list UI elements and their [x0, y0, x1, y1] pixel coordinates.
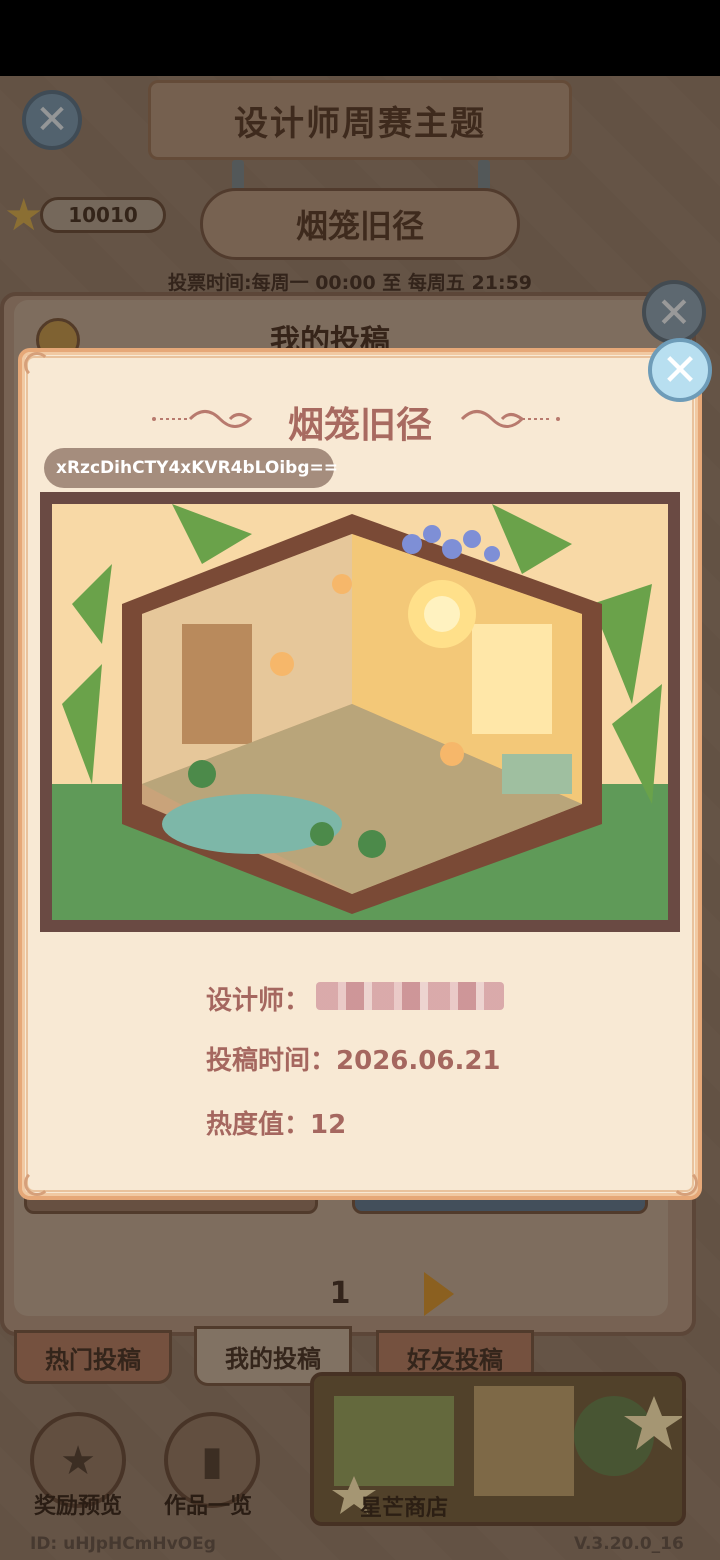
title-ornament-right — [460, 410, 560, 428]
heat-label: 热度值： — [206, 1110, 311, 1140]
designer-name-blurred — [316, 982, 504, 1010]
corner-ornament — [24, 352, 50, 378]
modal-title: 烟笼旧径 — [287, 405, 432, 446]
submit-time-label: 投稿时间： — [206, 1046, 337, 1076]
corner-ornament — [672, 1170, 698, 1196]
submission-code[interactable]: xRzcDihCTY4xKVR4bLOibg== — [44, 448, 338, 488]
submit-time-value: 2026.06.21 — [336, 1046, 501, 1076]
submit-time-row: 投稿时间：2026.06.21 — [206, 1040, 501, 1077]
heat-value: 12 — [310, 1110, 347, 1140]
submission-code-text: xRzcDihCTY4xKVR4bLOibg== — [56, 458, 338, 478]
modal-close-icon[interactable]: ✕ — [648, 338, 712, 402]
heat-row: 热度值：12 — [206, 1104, 346, 1141]
designer-label: 设计师： — [206, 986, 311, 1016]
status-bar — [0, 0, 720, 76]
corner-ornament — [24, 1170, 50, 1196]
room-illustration — [52, 504, 668, 920]
submission-artwork — [40, 492, 680, 932]
